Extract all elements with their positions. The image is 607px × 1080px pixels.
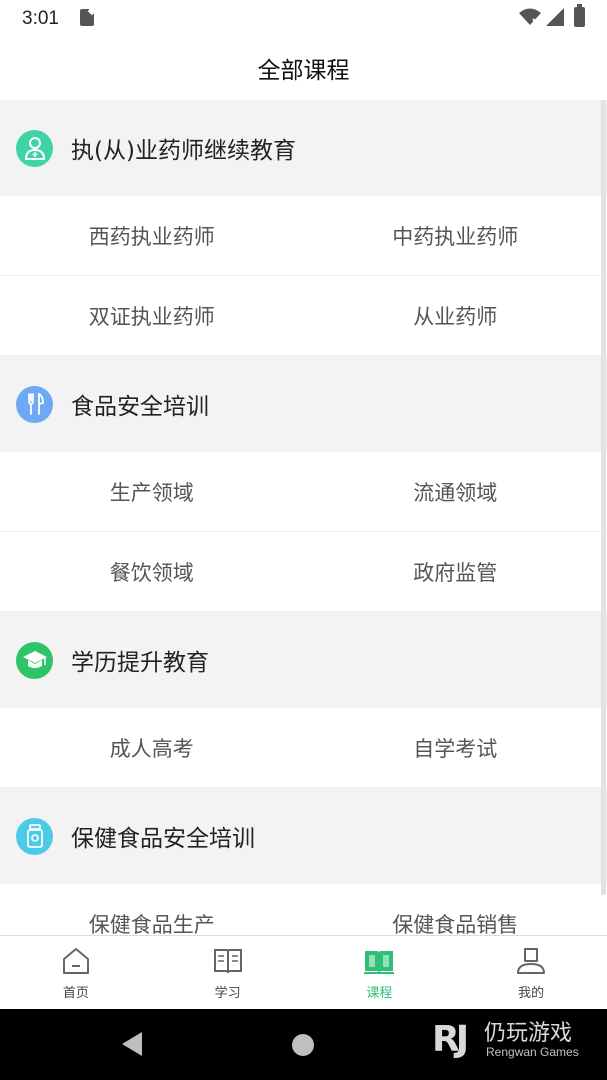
wifi-icon bbox=[519, 8, 541, 26]
course-item[interactable]: 成人高考 bbox=[0, 708, 304, 787]
category-title: 保健食品安全培训 bbox=[71, 826, 255, 852]
course-item[interactable]: 西药执业药师 bbox=[0, 196, 304, 275]
category-header[interactable]: 执(从)业药师继续教育 bbox=[0, 100, 607, 196]
course-book-icon bbox=[364, 950, 395, 974]
course-item[interactable]: 生产领域 bbox=[0, 452, 304, 531]
graduation-cap-icon bbox=[16, 641, 53, 679]
page-title: 全部课程 bbox=[257, 58, 350, 84]
home-icon bbox=[62, 947, 89, 974]
watermark-brand-en: Rengwan Games bbox=[486, 1045, 579, 1059]
category-section: 学历提升教育 成人高考 自学考试 bbox=[0, 612, 607, 788]
nav-label: 我的 bbox=[518, 985, 545, 1001]
sd-card-icon bbox=[80, 9, 94, 26]
back-icon[interactable] bbox=[122, 1032, 142, 1056]
course-row: 餐饮领域 政府监管 bbox=[0, 532, 607, 612]
health-food-icon bbox=[16, 817, 53, 855]
category-header[interactable]: 保健食品安全培训 bbox=[0, 788, 607, 884]
nav-item-home[interactable]: 首页 bbox=[0, 936, 152, 1009]
course-row: 保健食品生产 保健食品销售 bbox=[0, 884, 607, 935]
course-item[interactable]: 双证执业药师 bbox=[0, 276, 304, 355]
nav-item-courses[interactable]: 课程 bbox=[304, 936, 456, 1009]
category-header[interactable]: 食品安全培训 bbox=[0, 356, 607, 452]
category-section: 执(从)业药师继续教育 西药执业药师 中药执业药师 双证执业药师 从业药师 bbox=[0, 100, 607, 356]
course-item[interactable]: 餐饮领域 bbox=[0, 532, 304, 611]
category-title: 食品安全培训 bbox=[71, 394, 209, 420]
user-icon bbox=[517, 947, 546, 974]
bottom-nav: 首页 学习 课程 我的 bbox=[0, 935, 607, 1009]
course-item[interactable]: 中药执业药师 bbox=[304, 196, 607, 275]
course-item[interactable]: 保健食品生产 bbox=[0, 884, 304, 936]
category-title: 执(从)业药师继续教育 bbox=[71, 138, 296, 164]
battery-icon bbox=[574, 4, 585, 27]
category-header[interactable]: 学历提升教育 bbox=[0, 612, 607, 708]
course-item[interactable]: 保健食品销售 bbox=[304, 884, 607, 936]
watermark-brand-cn: 仍玩游戏 bbox=[484, 1021, 573, 1046]
category-section: 保健食品安全培训 保健食品生产 保健食品销售 bbox=[0, 788, 607, 935]
course-row: 双证执业药师 从业药师 bbox=[0, 276, 607, 356]
fork-knife-icon bbox=[16, 385, 53, 423]
status-time: 3:01 bbox=[22, 8, 59, 29]
nav-item-mine[interactable]: 我的 bbox=[455, 936, 607, 1009]
course-item[interactable]: 政府监管 bbox=[304, 532, 607, 611]
course-item[interactable]: 流通领域 bbox=[304, 452, 607, 531]
nav-label: 课程 bbox=[366, 985, 393, 1001]
nav-item-study[interactable]: 学习 bbox=[152, 936, 304, 1009]
course-row: 西药执业药师 中药执业药师 bbox=[0, 196, 607, 276]
home-button-icon[interactable] bbox=[292, 1034, 314, 1056]
category-section: 食品安全培训 生产领域 流通领域 餐饮领域 政府监管 bbox=[0, 356, 607, 612]
scrollbar[interactable] bbox=[601, 100, 606, 895]
course-item[interactable]: 自学考试 bbox=[304, 708, 607, 787]
watermark: RJ 仍玩游戏 Rengwan Games bbox=[432, 1015, 602, 1065]
book-open-icon bbox=[213, 948, 242, 973]
status-bar: 3:01 bbox=[0, 0, 607, 36]
course-list[interactable]: 执(从)业药师继续教育 西药执业药师 中药执业药师 双证执业药师 从业药师 食品… bbox=[0, 100, 607, 935]
nav-label: 首页 bbox=[62, 985, 89, 1001]
title-bar: 全部课程 bbox=[0, 36, 607, 100]
pharmacist-icon bbox=[16, 129, 53, 167]
watermark-logo-icon: RJ bbox=[432, 1019, 469, 1060]
course-row: 生产领域 流通领域 bbox=[0, 452, 607, 532]
course-row: 成人高考 自学考试 bbox=[0, 708, 607, 788]
nav-label: 学习 bbox=[214, 985, 241, 1001]
category-title: 学历提升教育 bbox=[71, 650, 209, 676]
course-item[interactable]: 从业药师 bbox=[304, 276, 607, 355]
signal-icon bbox=[546, 8, 564, 26]
